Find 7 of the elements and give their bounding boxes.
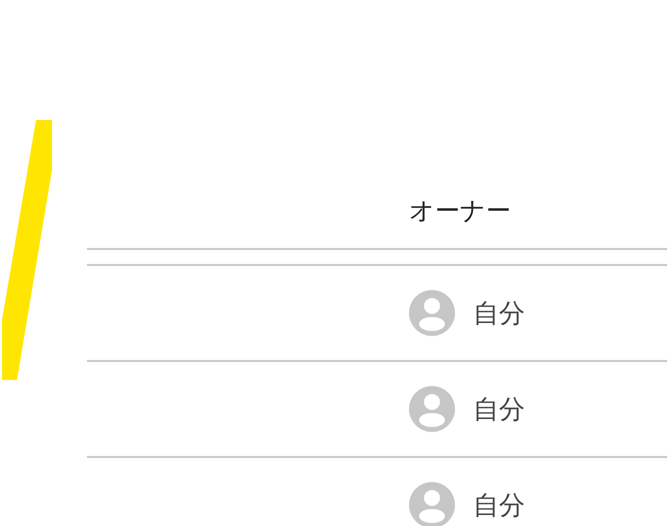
owner-name: 自分 — [473, 490, 525, 522]
owner-name: 自分 — [473, 394, 525, 426]
avatar-icon — [409, 482, 455, 526]
avatar-icon — [409, 290, 455, 336]
owner-name: 自分 — [473, 298, 525, 330]
column-header[interactable]: オーナー — [409, 194, 511, 226]
avatar-icon — [409, 386, 455, 432]
